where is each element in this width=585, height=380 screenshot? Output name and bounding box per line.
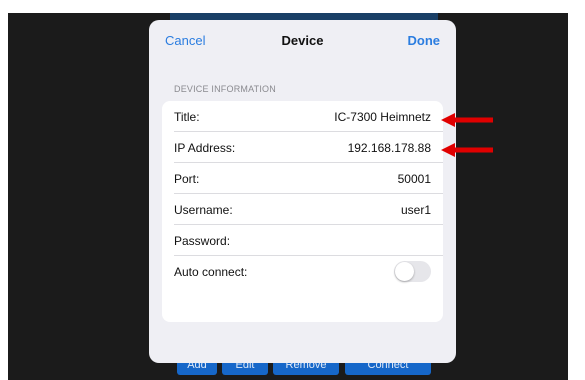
title-field[interactable]: IC-7300 Heimnetz [334, 110, 431, 124]
ip-address-row[interactable]: IP Address: 192.168.178.88 [162, 132, 443, 163]
device-info-group: Title: IC-7300 Heimnetz IP Address: 192.… [162, 101, 443, 322]
cancel-button[interactable]: Cancel [165, 33, 205, 48]
username-label: Username: [174, 203, 233, 217]
auto-connect-label: Auto connect: [174, 265, 248, 279]
username-field[interactable]: user1 [401, 203, 431, 217]
device-modal: Cancel Device Done DEVICE INFORMATION Ti… [149, 20, 456, 363]
port-row[interactable]: Port: 50001 [162, 163, 443, 194]
toggle-knob [395, 262, 414, 281]
auto-connect-toggle[interactable] [394, 261, 431, 282]
annotation-arrow-icon [441, 143, 493, 157]
port-label: Port: [174, 172, 200, 186]
username-row[interactable]: Username: user1 [162, 194, 443, 225]
port-field[interactable]: 50001 [398, 172, 431, 186]
ip-address-field[interactable]: 192.168.178.88 [348, 141, 431, 155]
title-label: Title: [174, 110, 200, 124]
modal-nav-bar: Cancel Device Done [149, 20, 456, 60]
ip-address-label: IP Address: [174, 141, 236, 155]
done-button[interactable]: Done [408, 33, 441, 48]
password-row[interactable]: Password: [162, 225, 443, 256]
title-row[interactable]: Title: IC-7300 Heimnetz [162, 101, 443, 132]
auto-connect-row: Auto connect: [162, 256, 443, 287]
annotation-arrow-icon [441, 113, 493, 127]
password-label: Password: [174, 234, 231, 248]
section-header: DEVICE INFORMATION [174, 84, 276, 94]
